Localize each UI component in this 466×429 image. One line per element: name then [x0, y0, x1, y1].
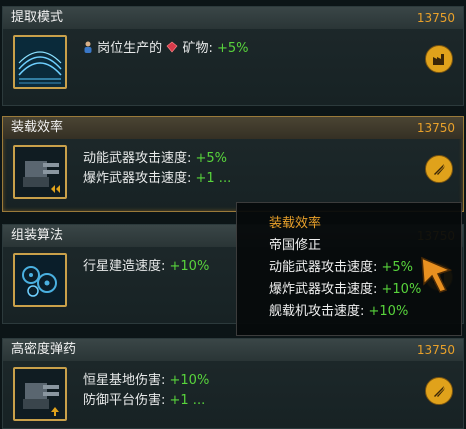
tech-card-extraction-mode[interactable]: 提取模式 13750 岗位生产的 矿物: +5%	[2, 6, 464, 106]
card-header: 高密度弹药 13750	[3, 339, 463, 361]
turret-icon	[13, 367, 67, 421]
card-effect-line: 行星建造速度: +10%	[83, 259, 210, 274]
tooltip-line: 舰载机攻击速度: +10%	[269, 304, 409, 319]
card-cost: 13750	[416, 11, 455, 25]
card-effect-line: 恒星基地伤害: +10%	[83, 373, 210, 388]
person-icon	[83, 40, 93, 53]
turret-icon	[13, 145, 67, 199]
tech-card-loading-efficiency[interactable]: 装载效率 13750 动能武器攻击速度: +5% 爆炸武器攻击速度: +1 ..…	[2, 116, 464, 212]
card-effect-line: 岗位生产的 矿物: +5%	[83, 39, 248, 59]
gears-icon	[13, 253, 67, 307]
factory-icon	[425, 45, 453, 73]
card-title: 组装算法	[11, 228, 64, 243]
card-effect-line: 动能武器攻击速度: +5%	[83, 151, 228, 166]
wave-landscape-icon	[13, 35, 67, 89]
card-title: 装载效率	[11, 120, 64, 135]
card-header: 提取模式 13750	[3, 7, 463, 29]
card-effect-line: 爆炸武器攻击速度: +1 ...	[83, 171, 232, 186]
card-effect-line: 防御平台伤害: +1 ...	[83, 393, 206, 408]
mouse-cursor-icon	[420, 256, 454, 298]
card-title: 高密度弹药	[11, 342, 77, 357]
tooltip-subtitle: 帝国修正	[269, 238, 322, 253]
gem-icon	[166, 40, 178, 53]
tooltip-title: 装载效率	[269, 216, 322, 231]
card-header: 装载效率 13750	[3, 117, 463, 139]
missiles-icon	[425, 155, 453, 183]
tech-card-high-density-ammo[interactable]: 高密度弹药 13750 恒星基地伤害: +10% 防御平台伤害: +1 ...	[2, 338, 464, 429]
card-cost: 13750	[416, 343, 455, 357]
card-cost: 13750	[416, 121, 455, 135]
missiles-icon	[425, 377, 453, 405]
card-title: 提取模式	[11, 10, 64, 25]
